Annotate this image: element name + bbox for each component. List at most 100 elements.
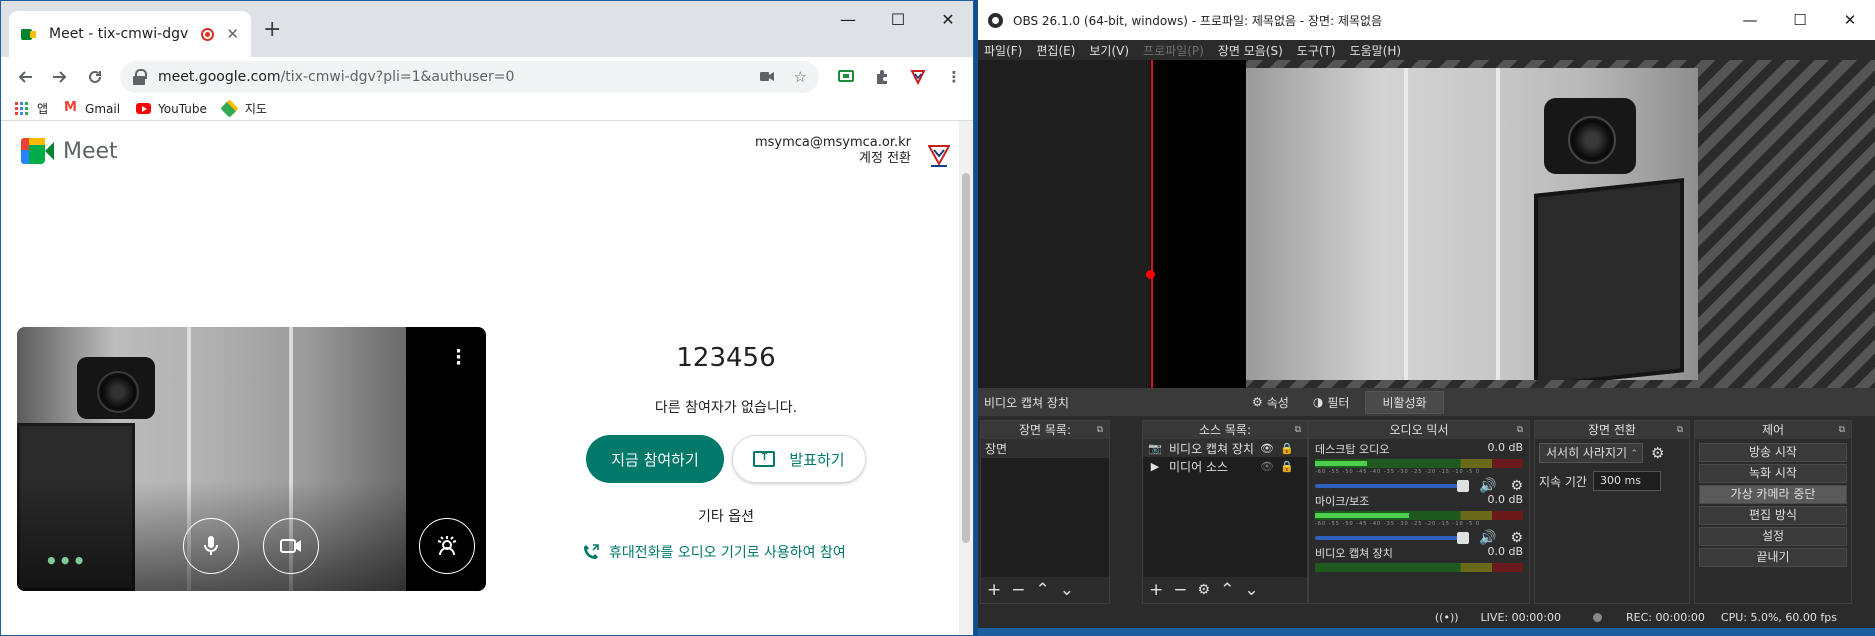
remove-source-icon[interactable]: − xyxy=(1173,580,1187,600)
window-controls: — ☐ ✕ xyxy=(823,1,973,37)
obs-preview[interactable] xyxy=(978,60,1875,388)
audio-level-indicator: ••• xyxy=(45,549,87,573)
bookmark-apps[interactable]: 앱 xyxy=(15,100,48,117)
avatar[interactable] xyxy=(927,143,951,169)
meet-logo[interactable]: Meet xyxy=(21,138,118,164)
channel-name: 데스크탑 오디오 xyxy=(1315,443,1390,456)
remove-scene-icon[interactable]: − xyxy=(1011,580,1025,600)
camera-permission-icon[interactable] xyxy=(759,68,774,86)
menu-profile[interactable]: 프로파일(P) xyxy=(1143,42,1204,59)
url-text: meet.google.com/tix-cmwi-dgv?pli=1&authu… xyxy=(158,69,740,85)
obs-minimize-button[interactable]: — xyxy=(1725,0,1775,40)
chrome-window: Meet - tix-cmwi-dgv ✕ + — ☐ ✕ meet.googl… xyxy=(0,0,974,636)
menu-file[interactable]: 파일(F) xyxy=(984,42,1022,59)
menu-help[interactable]: 도움말(H) xyxy=(1350,42,1402,59)
list-item[interactable]: 📷 비디오 캡쳐 장치 👁 🔒 xyxy=(1143,439,1307,457)
settings-button[interactable]: 설정 xyxy=(1699,527,1847,546)
feed-monitor xyxy=(1534,178,1684,380)
add-source-icon[interactable]: + xyxy=(1149,580,1163,600)
youtube-icon xyxy=(136,103,152,114)
video-capture-feed[interactable] xyxy=(1246,68,1698,380)
obs-status-bar: ((•)) LIVE: 00:00:00 REC: 00:00:00 CPU: 5… xyxy=(978,606,1875,628)
minimize-button[interactable]: — xyxy=(823,1,873,37)
menu-edit[interactable]: 편집(E) xyxy=(1036,42,1075,59)
new-tab-button[interactable]: + xyxy=(263,17,281,42)
obs-maximize-button[interactable]: ☐ xyxy=(1775,0,1825,40)
add-scene-icon[interactable]: + xyxy=(987,580,1001,600)
maps-icon xyxy=(220,99,239,118)
lock-icon[interactable]: 🔒 xyxy=(1279,442,1295,455)
visibility-eye-icon[interactable]: 👁 xyxy=(1259,460,1275,473)
move-up-icon[interactable]: ⌃ xyxy=(1036,580,1050,600)
properties-button[interactable]: ⚙ 속성 xyxy=(1244,392,1297,413)
bookmark-gmail[interactable]: Gmail xyxy=(64,100,120,116)
volume-meter xyxy=(1315,563,1523,572)
obs-window: OBS 26.1.0 (64-bit, windows) - 프로파일: 제목없… xyxy=(978,0,1875,636)
bookmark-youtube[interactable]: YouTube xyxy=(136,102,207,116)
volume-slider[interactable] xyxy=(1315,532,1469,544)
reload-button[interactable] xyxy=(81,63,109,91)
start-streaming-button[interactable]: 방송 시작 xyxy=(1699,443,1847,462)
filters-button[interactable]: ◑ 필터 xyxy=(1305,392,1358,413)
microphone-toggle-button[interactable] xyxy=(183,518,239,574)
obs-close-button[interactable]: ✕ xyxy=(1825,0,1875,40)
bookmark-star-icon[interactable]: ☆ xyxy=(794,68,807,86)
move-down-icon[interactable]: ⌄ xyxy=(1060,580,1074,600)
selection-handle[interactable] xyxy=(1146,270,1155,279)
join-now-button[interactable]: 지금 참여하기 xyxy=(586,435,724,483)
menu-scene-collection[interactable]: 장면 모음(S) xyxy=(1218,42,1283,59)
screen-share-extension-icon[interactable] xyxy=(837,68,855,86)
menu-tools[interactable]: 도구(T) xyxy=(1297,42,1336,59)
source-properties-gear-icon[interactable]: ⚙ xyxy=(1198,582,1211,598)
visibility-eye-icon[interactable]: 👁 xyxy=(1259,442,1275,455)
visual-effects-button[interactable] xyxy=(419,518,475,574)
meet-favicon-icon xyxy=(21,27,37,41)
close-window-button[interactable]: ✕ xyxy=(923,1,973,37)
present-button[interactable]: 발표하기 xyxy=(732,435,866,483)
tab-close-icon[interactable]: ✕ xyxy=(226,25,239,43)
stop-virtual-camera-button[interactable]: 가상 카메라 중단 xyxy=(1699,485,1847,504)
video-camera-icon xyxy=(759,72,774,81)
gmail-icon xyxy=(64,100,78,115)
studio-mode-button[interactable]: 편집 방식 xyxy=(1699,506,1847,525)
sources-dock-title: 소스 목록: xyxy=(1143,421,1307,439)
switch-account-link[interactable]: 계정 전환 xyxy=(755,151,911,167)
extensions-puzzle-icon[interactable] xyxy=(873,68,891,86)
list-item[interactable]: ▶ 미디어 소스 👁 🔒 xyxy=(1143,457,1307,475)
more-menu-icon[interactable]: ⋮ xyxy=(945,68,963,86)
join-with-phone-audio-link[interactable]: 휴대전화를 오디오 기기로 사용하여 참여 xyxy=(583,542,913,562)
lock-icon[interactable]: 🔒 xyxy=(1279,460,1295,473)
meet-logo-text: Meet xyxy=(63,138,118,164)
page-scrollbar[interactable] xyxy=(959,121,973,635)
move-down-icon[interactable]: ⌄ xyxy=(1244,580,1258,600)
present-button-label: 발표하기 xyxy=(789,450,845,469)
exit-button[interactable]: 끝내기 xyxy=(1699,548,1847,567)
bookmark-maps[interactable]: 지도 xyxy=(220,99,267,118)
deactivate-button[interactable]: 비활성화 xyxy=(1365,390,1444,414)
volume-slider[interactable] xyxy=(1315,480,1469,492)
duration-input[interactable]: 300 ms xyxy=(1592,471,1661,491)
list-item[interactable]: 장면 xyxy=(981,439,1109,458)
scrollbar-thumb[interactable] xyxy=(962,173,970,543)
forward-button[interactable] xyxy=(46,63,74,91)
mixer-channel: 비디오 캡쳐 장치 0.0 dB xyxy=(1309,543,1529,595)
duration-label: 지속 기간 xyxy=(1539,474,1587,489)
tab-meet[interactable]: Meet - tix-cmwi-dgv ✕ xyxy=(9,11,251,57)
address-bar[interactable]: meet.google.com/tix-cmwi-dgv?pli=1&authu… xyxy=(120,61,819,93)
camera-toggle-button[interactable] xyxy=(263,518,319,574)
transition-gear-icon[interactable]: ⚙ xyxy=(1651,444,1664,462)
start-recording-button[interactable]: 녹화 시작 xyxy=(1699,464,1847,483)
preview-more-options-icon[interactable]: · · · xyxy=(455,343,462,373)
menu-view[interactable]: 보기(V) xyxy=(1089,42,1129,59)
tab-strip: Meet - tix-cmwi-dgv ✕ + — ☐ ✕ xyxy=(1,1,973,57)
transition-select[interactable]: 서서히 사라지기 xyxy=(1539,443,1643,463)
mixer-channels: 데스크탑 오디오 0.0 dB -60 -55 -50 -45 -40 -35 -… xyxy=(1309,439,1529,603)
ymca-extension-icon[interactable] xyxy=(909,68,927,86)
back-button[interactable] xyxy=(11,63,39,91)
selected-source-name: 비디오 캡쳐 장치 xyxy=(984,395,1069,410)
move-up-icon[interactable]: ⌃ xyxy=(1220,580,1234,600)
account-info: msymca@msymca.or.kr 계정 전환 xyxy=(755,135,911,167)
scenes-list: 장면 xyxy=(981,439,1109,577)
maximize-button[interactable]: ☐ xyxy=(873,1,923,37)
browser-toolbar: meet.google.com/tix-cmwi-dgv?pli=1&authu… xyxy=(1,57,973,97)
